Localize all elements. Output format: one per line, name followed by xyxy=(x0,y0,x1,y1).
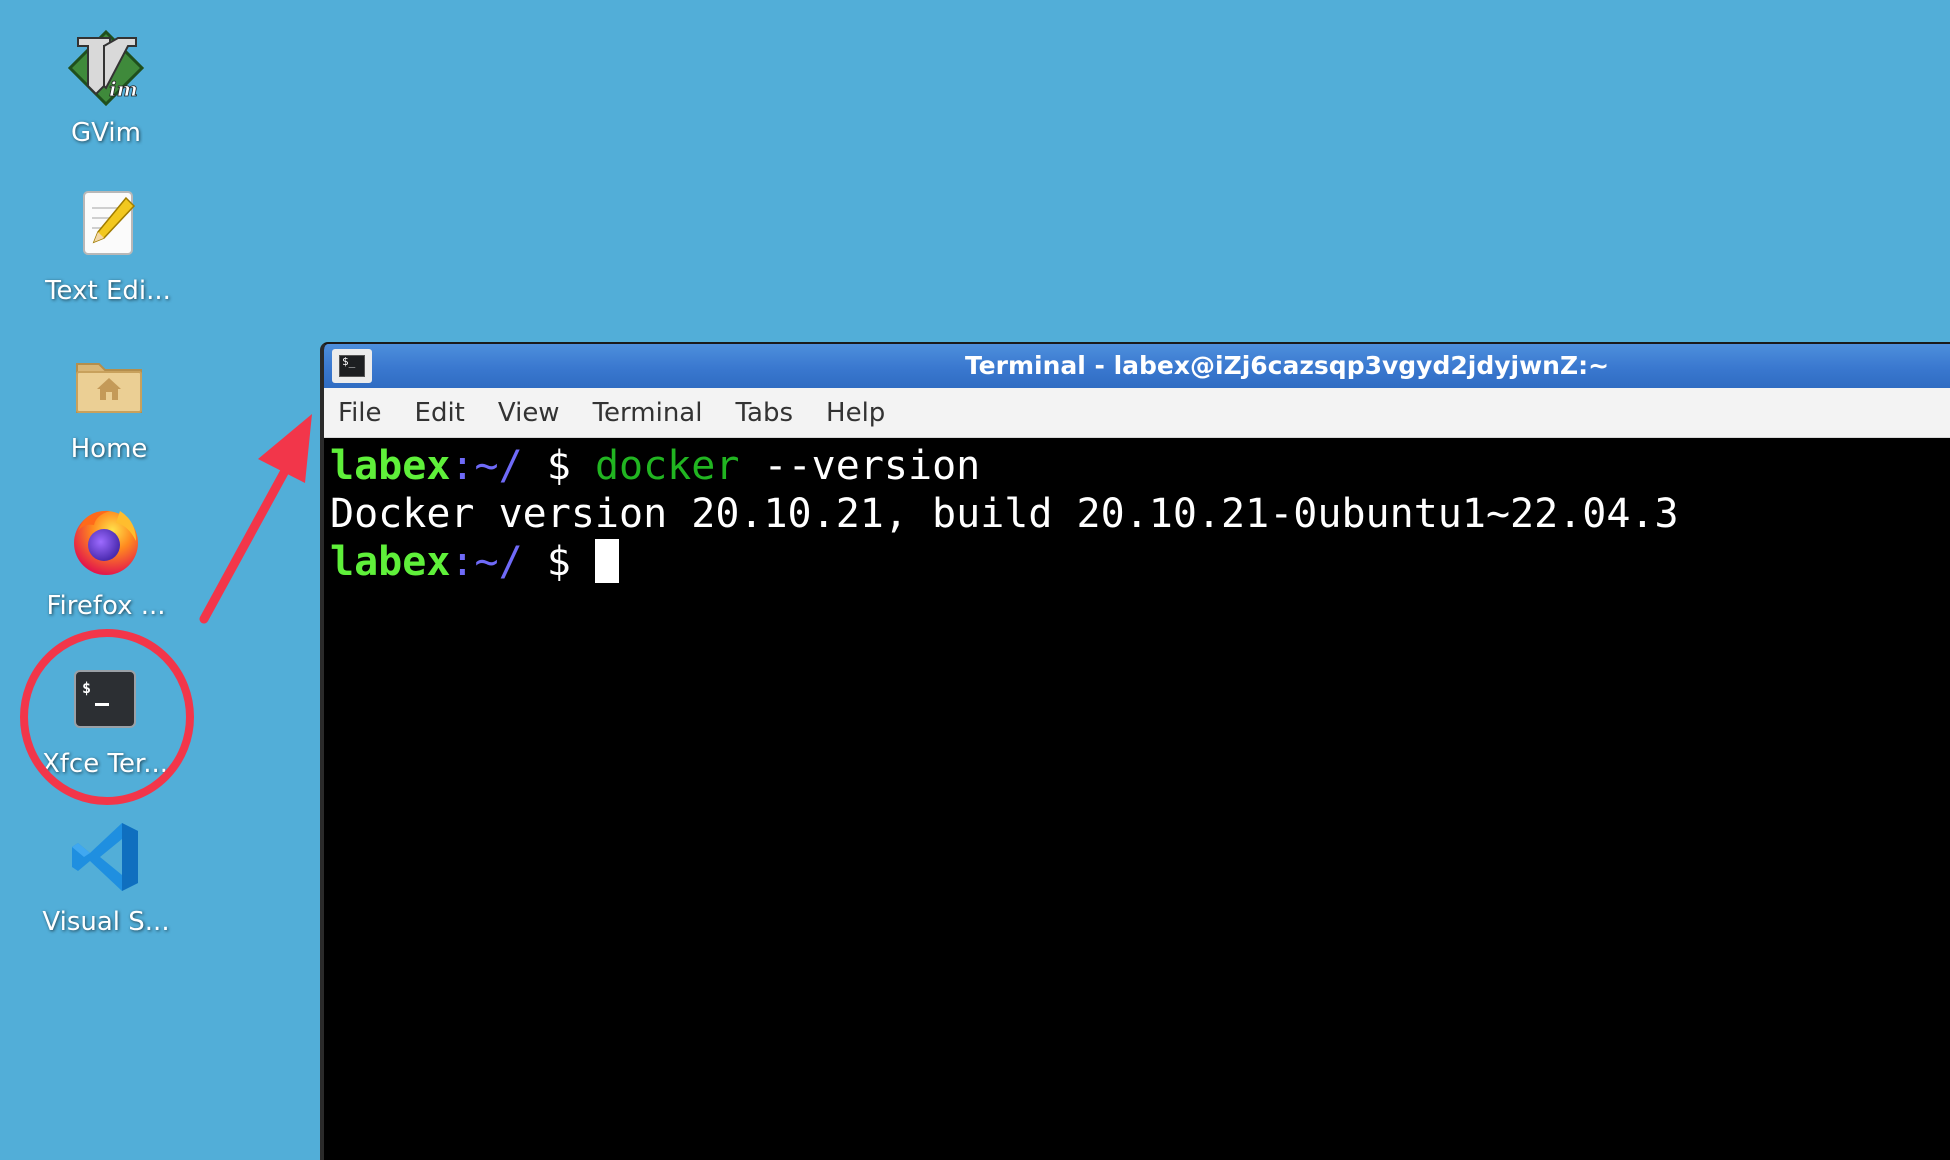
desktop-icon-home[interactable]: Home xyxy=(14,344,204,464)
desktop-icon-label: Xfce Ter... xyxy=(41,749,169,779)
annotation-arrow-head xyxy=(258,414,312,483)
window-menu-terminal-icon[interactable]: $_ xyxy=(332,349,372,383)
menu-view[interactable]: View xyxy=(498,398,560,428)
command-args: --version xyxy=(739,443,981,489)
desktop-icon-label: Text Edi... xyxy=(45,276,171,306)
prompt-separator: : xyxy=(450,539,475,585)
gvim-icon: im xyxy=(66,28,146,108)
annotation-arrow-shaft xyxy=(199,453,297,624)
desktop-icon-vscode[interactable]: Visual S... xyxy=(11,817,201,937)
menu-bar: File Edit View Terminal Tabs Help xyxy=(324,388,1950,438)
home-folder-icon xyxy=(69,344,149,424)
text-cursor xyxy=(594,539,619,583)
command-output: Docker version 20.10.21, build 20.10.21-… xyxy=(330,491,1679,537)
text-editor-icon xyxy=(68,186,148,266)
terminal-window[interactable]: $_ Terminal - labex@iZj6cazsqp3vgyd2jdyj… xyxy=(320,342,1950,1160)
prompt-path: ~/ xyxy=(474,443,523,489)
desktop-icon-gvim[interactable]: im GVim xyxy=(11,28,201,148)
terminal-icon: $ xyxy=(65,659,145,739)
prompt-user: labex xyxy=(330,443,451,489)
desktop-icon-xfce-terminal[interactable]: $ Xfce Ter... xyxy=(10,659,200,779)
prompt-symbol: $ xyxy=(522,443,595,489)
terminal-line: labex:~/ $ xyxy=(330,538,1950,586)
svg-text:$: $ xyxy=(82,679,91,697)
window-titlebar[interactable]: $_ Terminal - labex@iZj6cazsqp3vgyd2jdyj… xyxy=(324,344,1950,388)
menu-help[interactable]: Help xyxy=(826,398,885,428)
prompt-path: ~/ xyxy=(474,539,523,585)
window-title: Terminal - labex@iZj6cazsqp3vgyd2jdyjwnZ… xyxy=(964,351,1610,380)
desktop-icon-text-editor[interactable]: Text Edi... xyxy=(13,186,203,306)
terminal-line: Docker version 20.10.21, build 20.10.21-… xyxy=(330,490,1950,538)
command-name: docker xyxy=(594,443,740,489)
menu-terminal[interactable]: Terminal xyxy=(593,398,703,428)
desktop-icon-label: GVim xyxy=(71,118,141,148)
desktop-icon-firefox[interactable]: Firefox ... xyxy=(11,501,201,621)
menu-file[interactable]: File xyxy=(338,398,382,428)
firefox-icon xyxy=(66,501,146,581)
desktop-icon-label: Visual S... xyxy=(42,907,170,937)
prompt-symbol: $ xyxy=(522,539,595,585)
vscode-icon xyxy=(66,817,146,897)
menu-edit[interactable]: Edit xyxy=(415,398,465,428)
prompt-separator: : xyxy=(450,443,475,489)
prompt-user: labex xyxy=(330,539,451,585)
menu-tabs[interactable]: Tabs xyxy=(735,398,793,428)
svg-text:im: im xyxy=(109,77,138,101)
terminal-line: labex:~/ $ docker --version xyxy=(330,442,1950,490)
desktop-icon-label: Home xyxy=(70,434,148,464)
terminal-output-area[interactable]: labex:~/ $ docker --version Docker versi… xyxy=(330,438,1950,1160)
desktop-icon-label: Firefox ... xyxy=(46,591,166,621)
